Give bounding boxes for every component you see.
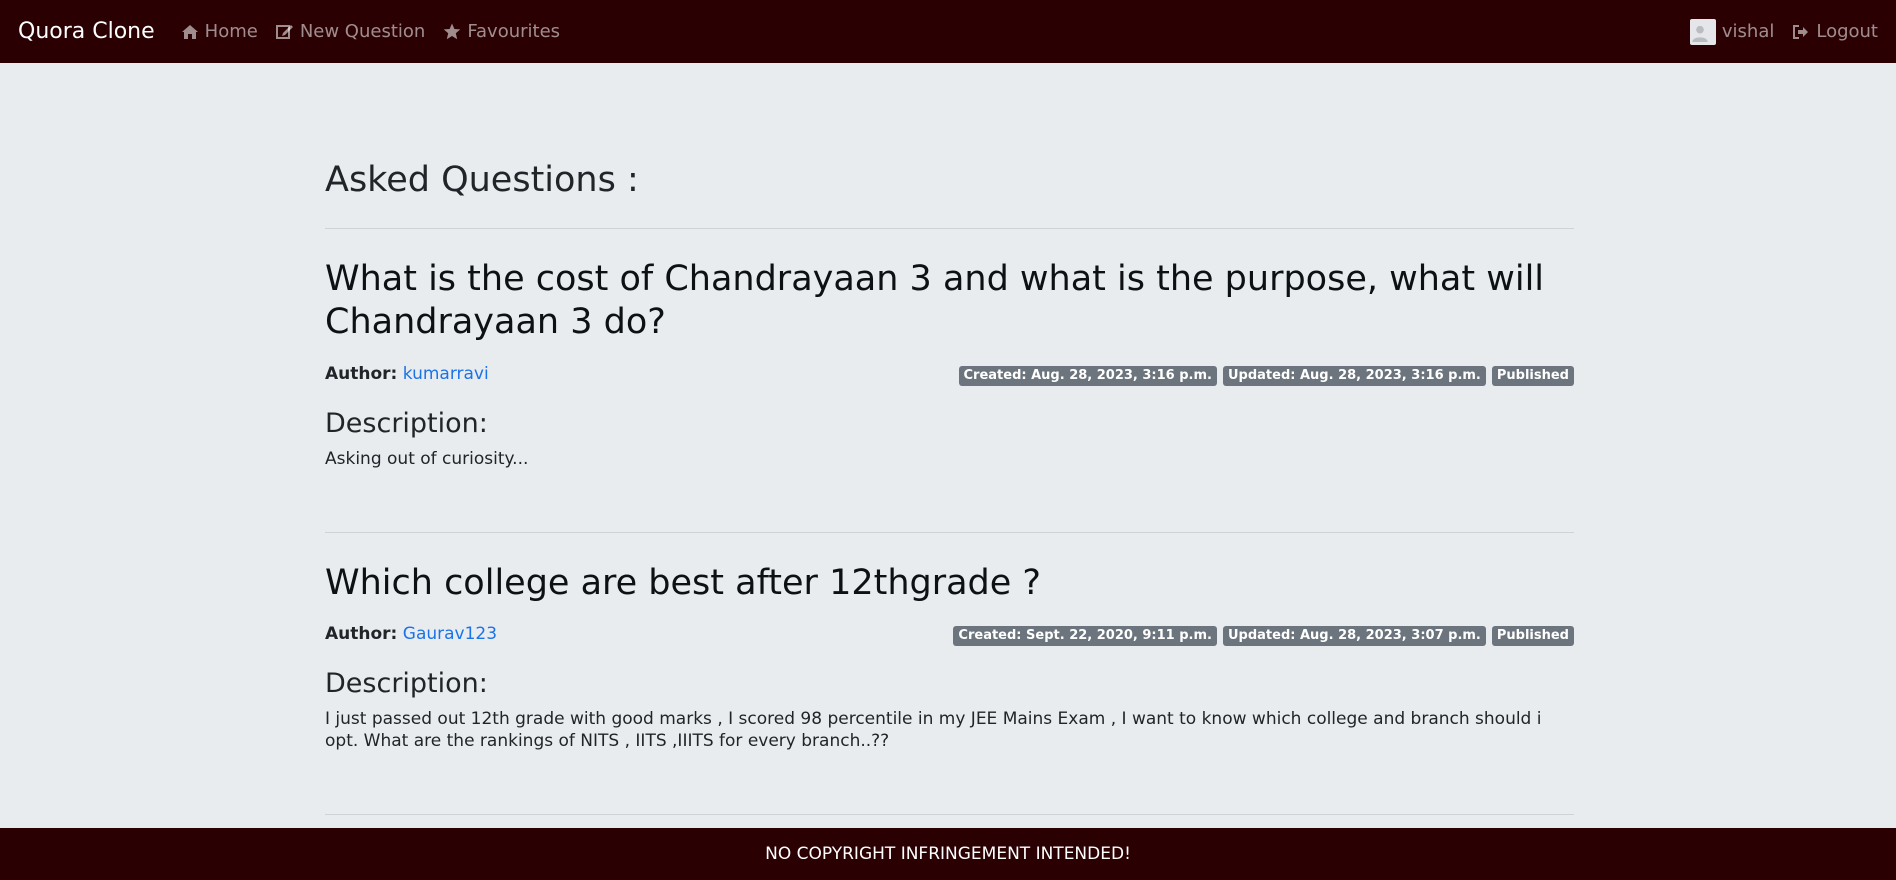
description-text: Asking out of curiosity... xyxy=(325,449,529,469)
nav-favourites-label: Favourites xyxy=(467,21,561,42)
author-label: Author: xyxy=(325,364,398,384)
logout-link[interactable]: Logout xyxy=(1792,21,1878,42)
description-heading: Description: xyxy=(325,668,488,699)
author-link[interactable]: Gaurav123 xyxy=(403,624,497,644)
nav-favourites-link[interactable]: Favourites xyxy=(443,21,560,42)
logout-icon xyxy=(1793,24,1809,39)
question-author-line: Author: kumarravi xyxy=(325,364,489,384)
home-icon xyxy=(181,24,198,39)
nav-right-group: vishal Logout xyxy=(1689,18,1878,45)
nav-new-question-label: New Question xyxy=(299,21,426,42)
author-link[interactable]: kumarravi xyxy=(403,364,489,384)
user-name: vishal xyxy=(1721,21,1775,42)
divider xyxy=(325,228,1574,229)
status-badge: Published xyxy=(1491,626,1574,646)
page-footer: NO COPYRIGHT INFRINGEMENT INTENDED! xyxy=(0,828,1896,880)
status-badge: Published xyxy=(1491,366,1574,386)
description-text: I just passed out 12th grade with good m… xyxy=(325,709,1542,751)
question-title[interactable]: What is the cost of Chandrayaan 3 and wh… xyxy=(325,258,1574,344)
nav-new-question-link[interactable]: New Question xyxy=(275,21,426,42)
user-profile-link[interactable]: vishal xyxy=(1689,18,1775,45)
question-title[interactable]: Which college are best after 12thgrade ? xyxy=(325,562,1574,605)
author-label: Author: xyxy=(325,624,398,644)
created-badge: Created: Sept. 22, 2020, 9:11 p.m. xyxy=(953,626,1217,646)
user-avatar xyxy=(1689,18,1716,45)
updated-badge: Updated: Aug. 28, 2023, 3:07 p.m. xyxy=(1222,626,1486,646)
created-badge: Created: Aug. 28, 2023, 3:16 p.m. xyxy=(958,366,1217,386)
nav-home-label: Home xyxy=(204,21,258,42)
question-badges: Created: Sept. 22, 2020, 9:11 p.m. Updat… xyxy=(953,626,1574,646)
top-navbar: Quora Clone Home New Question Favourites xyxy=(0,0,1896,63)
divider xyxy=(325,532,1574,533)
page-title: Asked Questions : xyxy=(325,160,639,200)
star-icon xyxy=(444,23,461,40)
description-heading: Description: xyxy=(325,408,488,439)
question-badges: Created: Aug. 28, 2023, 3:16 p.m. Update… xyxy=(958,366,1574,386)
brand-link[interactable]: Quora Clone xyxy=(18,19,155,44)
updated-badge: Updated: Aug. 28, 2023, 3:16 p.m. xyxy=(1222,366,1486,386)
nav-home-link[interactable]: Home xyxy=(181,21,258,42)
logout-label: Logout xyxy=(1816,21,1878,42)
divider xyxy=(325,814,1574,815)
question-author-line: Author: Gaurav123 xyxy=(325,624,497,644)
footer-text: NO COPYRIGHT INFRINGEMENT INTENDED! xyxy=(765,844,1131,864)
edit-icon xyxy=(275,25,293,39)
